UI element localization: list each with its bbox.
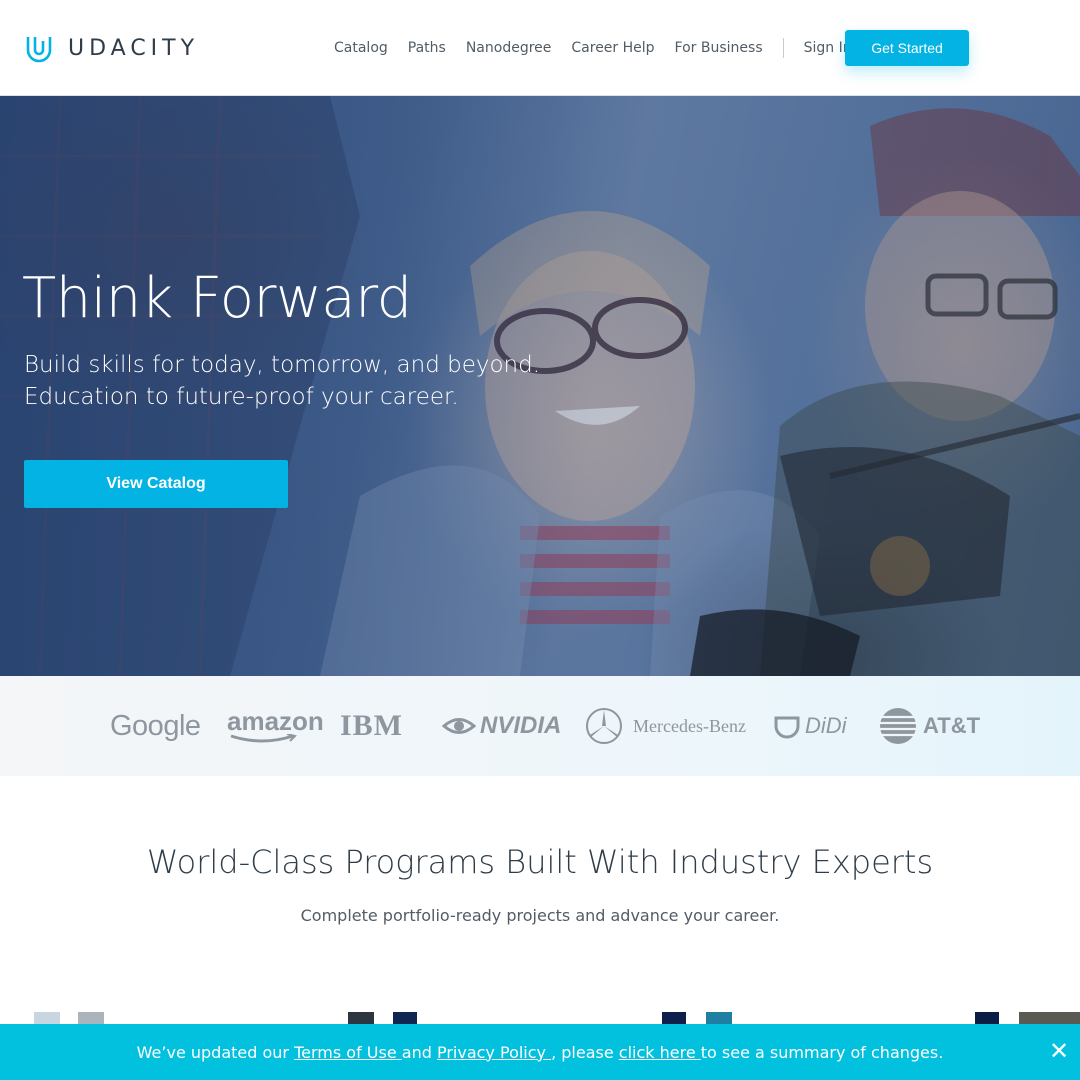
mercedes-logo: Mercedes-Benz xyxy=(585,706,746,746)
terms-of-use-link[interactable]: Terms of Use xyxy=(294,1043,402,1062)
amazon-logo: amazon xyxy=(227,706,324,746)
nvidia-logo-text: NVIDIA xyxy=(480,712,562,739)
get-started-button[interactable]: Get Started xyxy=(845,30,969,66)
banner-prefix: We’ve updated our xyxy=(136,1042,295,1062)
nav-career-help[interactable]: Career Help xyxy=(571,40,654,56)
click-here-link[interactable]: click here xyxy=(619,1043,701,1062)
nav-nanodegree[interactable]: Nanodegree xyxy=(466,40,552,56)
nav-for-business[interactable]: For Business xyxy=(675,40,763,56)
att-globe-icon xyxy=(880,708,916,744)
udacity-logo-icon xyxy=(26,37,52,63)
mercedes-logo-text: Mercedes-Benz xyxy=(633,715,746,736)
privacy-policy-link[interactable]: Privacy Policy xyxy=(437,1043,551,1062)
amazon-logo-text: amazon xyxy=(227,706,324,736)
close-icon[interactable]: ✕ xyxy=(1046,1037,1072,1065)
banner-suffix: to see a summary of changes. xyxy=(700,1042,944,1062)
att-logo-text: AT&T xyxy=(923,713,981,738)
hero-subtitle-line-2: Education to future-proof your career. xyxy=(24,384,459,410)
nvidia-logo: NVIDIA xyxy=(442,706,561,746)
banner-and: and xyxy=(401,1042,437,1062)
partner-logos: Google amazon IBM NVIDIA Mercedes-Benz D… xyxy=(0,676,1080,776)
hero-section: Think Forward Build skills for today, to… xyxy=(0,96,1080,676)
nav-catalog[interactable]: Catalog xyxy=(334,40,388,56)
banner-middle: , please xyxy=(551,1042,619,1062)
hero-subtitle: Build skills for today, tomorrow, and be… xyxy=(24,349,540,413)
programs-subtitle: Complete portfolio-ready projects and ad… xyxy=(300,906,780,925)
nav-paths[interactable]: Paths xyxy=(408,40,446,56)
nvidia-eye-icon xyxy=(442,718,476,734)
udacity-logo[interactable]: UDACITY xyxy=(24,33,199,63)
didi-logo: DiDi xyxy=(773,706,847,746)
google-logo: Google xyxy=(110,709,201,742)
didi-logo-text: DiDi xyxy=(805,713,847,738)
att-logo: AT&T xyxy=(879,706,980,746)
ibm-logo: IBM xyxy=(340,709,403,742)
mercedes-star-icon xyxy=(586,708,622,744)
site-header: UDACITY Catalog Paths Nanodegree Career … xyxy=(0,0,1080,96)
view-catalog-button[interactable]: View Catalog xyxy=(24,460,288,508)
main-nav: Catalog Paths Nanodegree Career Help For… xyxy=(334,38,872,58)
didi-icon xyxy=(774,716,800,739)
banner-text: We’ve updated our Terms of Use and Priva… xyxy=(137,1043,944,1062)
programs-title: World-Class Programs Built With Industry… xyxy=(146,843,934,881)
brand-name: UDACITY xyxy=(68,35,200,61)
terms-update-banner: We’ve updated our Terms of Use and Priva… xyxy=(0,1024,1080,1080)
nav-divider xyxy=(782,38,784,58)
hero-title: Think Forward xyxy=(22,266,412,331)
hero-subtitle-line-1: Build skills for today, tomorrow, and be… xyxy=(24,352,541,378)
amazon-smile-icon xyxy=(230,734,297,743)
